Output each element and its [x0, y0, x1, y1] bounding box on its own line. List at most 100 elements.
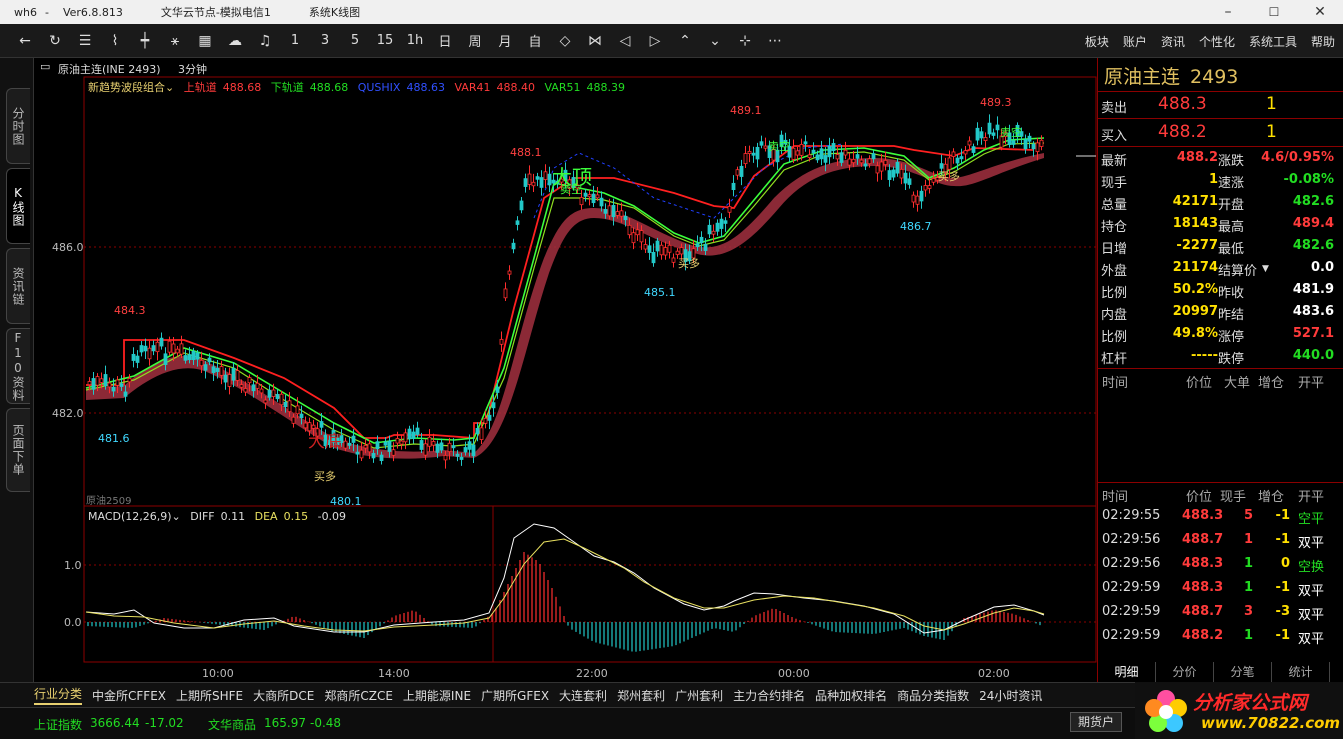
tab-timeshare[interactable]: 分时图	[6, 88, 30, 164]
back-icon[interactable]: ←	[10, 27, 40, 55]
category-tab[interactable]: 上期能源INE	[403, 687, 471, 704]
indicator-icon[interactable]: ⚹	[160, 27, 190, 55]
menu-tools[interactable]: 系统工具	[1249, 33, 1297, 50]
period-custom[interactable]: 自	[520, 27, 550, 55]
line-chart-icon[interactable]: ⌇	[100, 27, 130, 55]
candle-body	[955, 157, 960, 164]
period-month[interactable]: 月	[490, 27, 520, 55]
tab-news-chain[interactable]: 资讯链	[6, 248, 30, 324]
category-tab[interactable]: 上期所SHFE	[176, 687, 243, 704]
candle-body	[475, 428, 480, 435]
time-tick-0000: 00:00	[778, 667, 810, 680]
category-tab[interactable]: 24小时资讯	[979, 687, 1042, 704]
tab-detail[interactable]: 明细	[1098, 662, 1156, 682]
period-5min[interactable]: 5	[340, 27, 370, 55]
candle-body	[151, 345, 156, 352]
category-tab[interactable]: 广期所GFEX	[481, 687, 549, 704]
tick-row[interactable]: 02:29:59 488.7 3 -3 双平	[1098, 604, 1343, 628]
candle-body	[531, 181, 536, 187]
tick-row[interactable]: 02:29:56 488.7 1 -1 双平	[1098, 532, 1343, 556]
top-menu: 板块 账户 资讯 个性化 系统工具 帮助	[1071, 24, 1335, 58]
category-tab[interactable]: 大商所DCE	[253, 687, 314, 704]
candle-body	[655, 240, 660, 252]
buy-row[interactable]: 买入 488.2 1	[1098, 122, 1343, 144]
tick-qty: 1	[1244, 628, 1254, 643]
category-tab[interactable]: 行业分类	[34, 685, 83, 705]
sell-row[interactable]: 卖出 488.3 1	[1098, 94, 1343, 116]
category-tab[interactable]: 商品分类指数	[897, 687, 969, 704]
candle-body	[115, 379, 120, 386]
kline-chart[interactable]: 486.0 482.0 1.0 0.0 10:00 14:00 22:00 00…	[34, 58, 1097, 682]
zoom-out-icon[interactable]: ⋈	[580, 27, 610, 55]
up-icon[interactable]: ⌃	[670, 27, 700, 55]
candle-body	[919, 190, 924, 202]
time-tick-0200: 02:00	[978, 667, 1010, 680]
tab-trades[interactable]: 分笔	[1214, 662, 1272, 682]
tab-f10[interactable]: F10资料	[6, 328, 30, 404]
tick-time: 02:29:59	[1102, 604, 1161, 619]
big-bottom-label: 大底	[308, 432, 342, 452]
menu-sector[interactable]: 板块	[1085, 33, 1109, 50]
quote-value: -2277	[1176, 238, 1218, 253]
right-icon[interactable]: ▷	[640, 27, 670, 55]
candle-body	[467, 441, 472, 450]
tick-row[interactable]: 02:29:59 488.3 1 -1 双平	[1098, 580, 1343, 604]
tick-row[interactable]: 02:29:55 488.3 5 -1 空平	[1098, 508, 1343, 532]
tab-kline[interactable]: K线图	[6, 168, 30, 244]
category-tab[interactable]: 中金所CFFEX	[92, 687, 166, 704]
tick-price: 488.3	[1182, 580, 1224, 595]
index1-change: -17.02	[145, 716, 184, 730]
period-1h[interactable]: 1h	[400, 27, 430, 55]
board-icon[interactable]: ▦	[190, 27, 220, 55]
candle-body	[539, 177, 544, 188]
crosshair-icon[interactable]: ⊹	[730, 27, 760, 55]
refresh-icon[interactable]: ↻	[40, 27, 70, 55]
menu-account[interactable]: 账户	[1123, 33, 1147, 50]
maximize-button[interactable]: ☐	[1251, 0, 1297, 24]
close-button[interactable]: ✕	[1297, 0, 1343, 24]
menu-personalize[interactable]: 个性化	[1199, 33, 1235, 50]
category-tab[interactable]: 郑商所CZCE	[324, 687, 393, 704]
candle-body	[219, 366, 224, 376]
tick-row[interactable]: 02:29:56 488.3 1 0 空换	[1098, 556, 1343, 580]
menu-news[interactable]: 资讯	[1161, 33, 1185, 50]
category-tab[interactable]: 大连套利	[559, 687, 607, 704]
tab-price-dist[interactable]: 分价	[1156, 662, 1214, 682]
tick-row[interactable]: 02:29:59 488.2 1 -1 双平	[1098, 628, 1343, 652]
candle-body	[603, 209, 608, 214]
minimize-button[interactable]: –	[1205, 0, 1251, 24]
candle-body	[271, 389, 276, 397]
candle-body	[1027, 135, 1032, 142]
futures-account-button[interactable]: 期货户	[1070, 712, 1122, 732]
candle-body	[155, 341, 160, 353]
more-icon[interactable]: ⋯	[760, 27, 790, 55]
candle-icon[interactable]: ┿	[130, 27, 160, 55]
candle-body	[207, 357, 212, 363]
candle-body	[451, 445, 456, 449]
candle-body	[679, 247, 684, 255]
category-tab[interactable]: 品种加权排名	[815, 687, 887, 704]
period-1min[interactable]: 1	[280, 27, 310, 55]
bell-icon[interactable]: ♫	[250, 27, 280, 55]
period-week[interactable]: 周	[460, 27, 490, 55]
cloud-icon[interactable]: ☁	[220, 27, 250, 55]
category-tab[interactable]: 郑州套利	[617, 687, 665, 704]
quote-value: 50.2%	[1172, 282, 1218, 297]
candle-body	[375, 441, 380, 450]
menu-help[interactable]: 帮助	[1311, 33, 1335, 50]
list-icon[interactable]: ☰	[70, 27, 100, 55]
category-tab[interactable]: 主力合约排名	[733, 687, 805, 704]
tab-stats[interactable]: 统计	[1272, 662, 1330, 682]
site-logo: 分析家公式网 www.70822.com	[1135, 682, 1343, 739]
period-day[interactable]: 日	[430, 27, 460, 55]
category-tab[interactable]: 广州套利	[675, 687, 723, 704]
quote-value: 4.6/0.95%	[1261, 150, 1334, 165]
chevron-down-icon[interactable]: ▼	[1262, 264, 1269, 274]
zoom-in-icon[interactable]: ◇	[550, 27, 580, 55]
left-icon[interactable]: ◁	[610, 27, 640, 55]
down-icon[interactable]: ⌄	[700, 27, 730, 55]
tab-order[interactable]: 页面下单	[6, 408, 30, 492]
period-3min[interactable]: 3	[310, 27, 340, 55]
candle-body	[827, 145, 832, 158]
period-15min[interactable]: 15	[370, 27, 400, 55]
